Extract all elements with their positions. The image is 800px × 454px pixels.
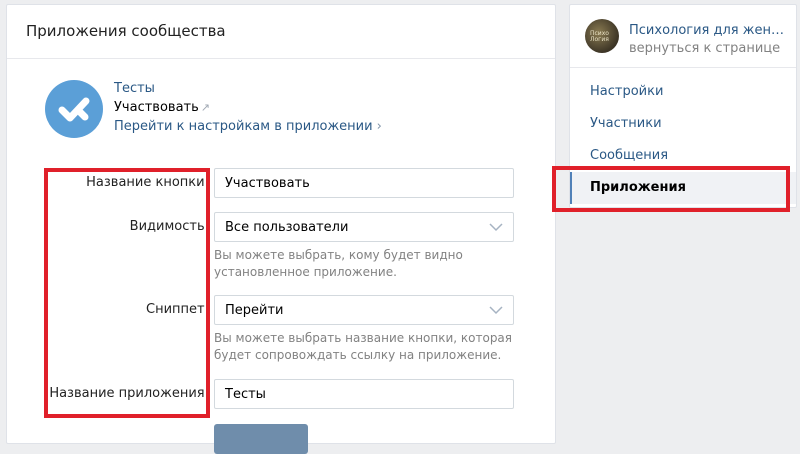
group-name-link[interactable]: Психология для женщин — [629, 23, 791, 38]
back-to-page-link[interactable]: вернуться к странице — [629, 41, 780, 56]
avatar[interactable]: Психо Логия — [585, 19, 619, 53]
visibility-select[interactable]: Все пользователи — [214, 212, 514, 242]
divider — [570, 67, 796, 68]
chevron-down-icon — [489, 223, 503, 232]
checkmark-icon[interactable] — [45, 80, 103, 138]
button-name-label: Название кнопки: — [86, 175, 209, 190]
app-name-label: Название приложения: — [49, 386, 209, 401]
snippet-hint: Вы можете выбрать название кнопки, котор… — [214, 331, 513, 362]
snippet-value: Перейти — [225, 303, 284, 318]
app-action[interactable]: Участвовать ↗ — [114, 100, 210, 115]
avatar-text: Психо Логия — [590, 30, 609, 43]
snippet-select[interactable]: Перейти — [214, 295, 514, 325]
sidebar-menu: Психо Логия Психология для женщин вернут… — [569, 4, 797, 208]
community-apps-panel: Приложения сообщества Тесты Участвовать ↗… — [6, 4, 556, 454]
visibility-label: Видимость: — [129, 219, 209, 234]
sidebar-item-messages[interactable]: Сообщения — [570, 140, 796, 172]
sidebar-item-apps[interactable]: Приложения — [570, 172, 796, 204]
sidebar-item-label: Участники — [590, 116, 662, 131]
group-header[interactable]: Психо Логия Психология для женщин вернут… — [585, 19, 791, 59]
sidebar-item-label: Сообщения — [590, 148, 669, 163]
chevron-right-icon: › — [376, 119, 382, 134]
chevron-down-icon — [489, 306, 503, 315]
app-settings-label: Перейти к настройкам в приложении — [114, 119, 373, 134]
external-link-icon: ↗ — [200, 101, 210, 114]
visibility-value: Все пользователи — [225, 220, 349, 235]
snippet-label: Сниппет: — [146, 302, 209, 317]
app-title-link[interactable]: Тесты — [114, 81, 155, 96]
visibility-hint: Вы можете выбрать, кому будет видно уста… — [214, 248, 463, 279]
app-name-input[interactable]: Тесты — [214, 379, 514, 409]
app-card: Тесты Участвовать ↗ Перейти к настройкам … — [45, 77, 525, 141]
save-button[interactable] — [214, 424, 308, 454]
sidebar-item-label: Настройки — [590, 84, 664, 99]
page-title: Приложения сообщества — [7, 5, 555, 59]
sidebar-item-settings[interactable]: Настройки — [570, 76, 796, 108]
button-name-input[interactable]: Участвовать — [214, 168, 514, 198]
app-action-label: Участвовать — [114, 100, 199, 115]
sidebar-item-label: Приложения — [590, 180, 686, 195]
app-settings-link[interactable]: Перейти к настройкам в приложении › — [114, 119, 382, 134]
sidebar-item-members[interactable]: Участники — [570, 108, 796, 140]
